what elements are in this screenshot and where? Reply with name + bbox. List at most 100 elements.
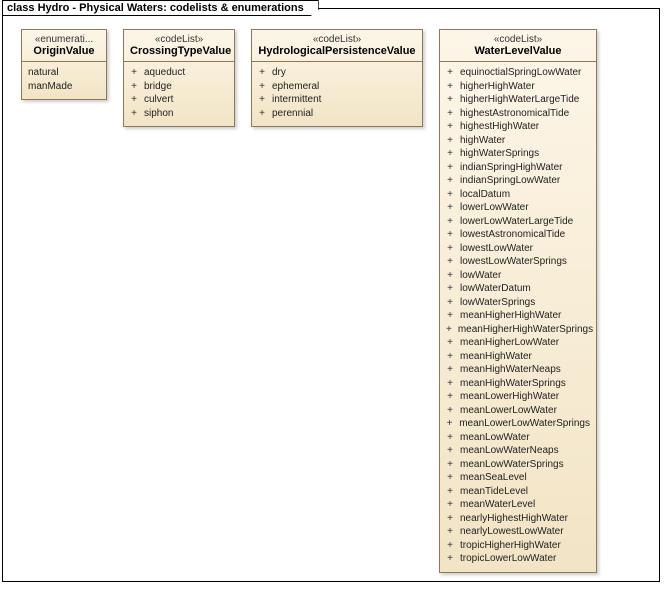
attribute-name: meanLowWaterNeaps [460,444,559,458]
visibility-plus-icon: + [446,282,454,296]
attribute-row: +nearlyLowestLowWater [446,525,590,539]
attribute-row: +highWater [446,134,590,148]
attribute-row: +lowestLowWaterSprings [446,255,590,269]
attribute-row: + intermittent [258,93,416,107]
attribute-row: + lowerLowWater [446,201,590,215]
attribute-name: manMade [28,80,72,94]
attribute-row: +lowWater [446,269,590,283]
attribute-name: meanHigherHighWaterSprings [458,323,593,337]
class-water-level-value: «codeList» WaterLevelValue + equinoctialS… [439,29,597,573]
stereotype-label: «codeList» [130,34,228,45]
attribute-row: +meanHigherHighWater [446,309,590,323]
attribute-name: lowerLowWater [460,201,529,215]
attribute-row: +meanWaterLevel [446,498,590,512]
attribute-name: highWaterSprings [460,147,539,161]
visibility-plus-icon: + [130,93,138,107]
class-crossing-type-value: «codeList» CrossingTypeValue +aqueduct+b… [123,29,235,127]
attribute-name: meanHigherLowWater [460,336,559,350]
attribute-name: localDatum [460,188,510,202]
attribute-name: meanLowWater [460,431,530,445]
attribute-name: dry [272,66,286,80]
attribute-row: + highestHighWater [446,120,590,134]
stereotype-label: «codeList» [258,34,416,45]
visibility-plus-icon: + [446,93,454,107]
visibility-plus-icon: + [446,107,454,121]
class-header: «codeList» WaterLevelValue [440,30,596,62]
visibility-plus-icon: + [258,66,266,80]
visibility-plus-icon: + [446,161,454,175]
class-body: naturalmanMade [22,62,106,99]
attribute-name: indianSpringLowWater [460,174,560,188]
attribute-name: meanHighWater [460,350,532,364]
attribute-row: +meanHighWaterNeaps [446,363,590,377]
class-body: +aqueduct+bridge+culvert+siphon [124,62,234,126]
visibility-plus-icon: + [446,377,454,391]
attribute-row: + lowerLowWaterLargeTide [446,215,590,229]
attribute-row: +meanLowerHighWater [446,390,590,404]
attribute-row: + meanLowWaterNeaps [446,444,590,458]
visibility-plus-icon: + [258,93,266,107]
visibility-plus-icon: + [446,350,454,364]
attribute-name: equinoctialSpringLowWater [460,66,581,80]
attribute-row: +meanLowWaterSprings [446,458,590,472]
attribute-name: aqueduct [144,66,185,80]
attribute-name: meanWaterLevel [460,498,535,512]
class-header: «codeList» HydrologicalPersistenceValue [252,30,422,62]
visibility-plus-icon: + [446,80,454,94]
class-hydrological-persistence-value: «codeList» HydrologicalPersistenceValue … [251,29,423,127]
visibility-plus-icon: + [446,431,454,445]
visibility-plus-icon: + [446,404,454,418]
attribute-name: highestHighWater [460,120,539,134]
attribute-row: +indianSpringLowWater [446,174,590,188]
attribute-row: +localDatum [446,188,590,202]
visibility-plus-icon: + [446,120,454,134]
attribute-name: highWater [460,134,505,148]
attribute-row: +indianSpringHighWater [446,161,590,175]
attribute-row: +nearlyHighestHighWater [446,512,590,526]
attribute-name: lowestLowWaterSprings [460,255,567,269]
visibility-plus-icon: + [446,444,454,458]
class-body: +dry+ephemeral+intermittent+perennial [252,62,422,126]
attribute-row: +lowWaterSprings [446,296,590,310]
attribute-name: lowestAstronomicalTide [460,228,565,242]
frame-title: class Hydro - Physical Waters: codelists… [2,0,319,16]
attribute-row: +lowWaterDatum [446,282,590,296]
class-name: HydrologicalPersistenceValue [258,45,416,57]
attribute-row: +highestAstronomicalTide [446,107,590,121]
visibility-plus-icon: + [258,80,266,94]
attribute-name: meanHighWaterNeaps [460,363,561,377]
attribute-row: +meanLowerLowWater [446,404,590,418]
diagram-frame: class Hydro - Physical Waters: codelists… [2,8,660,582]
attribute-row: + equinoctialSpringLowWater [446,66,590,80]
attribute-name: tropicHigherHighWater [460,539,561,553]
attribute-name: tropicLowerLowWater [460,552,556,566]
attribute-name: siphon [144,107,173,121]
visibility-plus-icon: + [446,201,454,215]
visibility-plus-icon: + [446,309,454,323]
class-name: OriginValue [28,45,100,57]
attribute-row: + meanLowWater [446,431,590,445]
attribute-name: culvert [144,93,173,107]
visibility-plus-icon: + [446,323,452,337]
attribute-row: +highWaterSprings [446,147,590,161]
attribute-row: +meanHigherLowWater [446,336,590,350]
attribute-name: intermittent [272,93,321,107]
attribute-row: +higherHighWaterLargeTide [446,93,590,107]
attribute-name: nearlyLowestLowWater [460,525,564,539]
attribute-row: +meanSeaLevel [446,471,590,485]
attribute-name: lowerLowWaterLargeTide [460,215,573,229]
visibility-plus-icon: + [446,269,454,283]
visibility-plus-icon: + [446,66,454,80]
visibility-plus-icon: + [258,107,266,121]
visibility-plus-icon: + [446,417,453,431]
attribute-row: + culvert [130,93,228,107]
class-name: WaterLevelValue [446,45,590,57]
attribute-name: lowestLowWater [460,242,533,256]
uml-container: «enumerati... OriginValue naturalmanMade… [3,9,659,593]
visibility-plus-icon: + [446,215,454,229]
attribute-name: natural [28,66,59,80]
attribute-row: +tropicLowerLowWater [446,552,590,566]
attribute-row: +lowestLowWater [446,242,590,256]
attribute-row: +aqueduct [130,66,228,80]
attribute-name: meanLowerHighWater [460,390,559,404]
